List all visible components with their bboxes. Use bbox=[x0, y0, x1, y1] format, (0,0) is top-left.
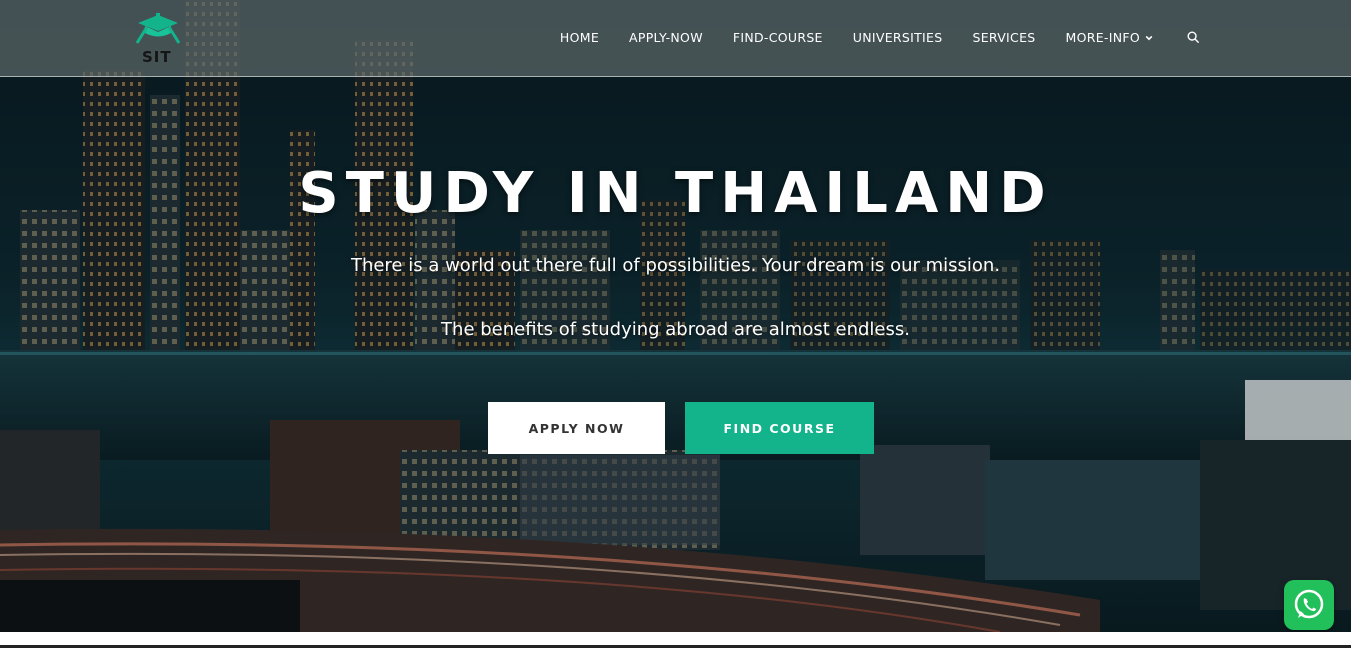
hero-subtitle-1: There is a world out there full of possi… bbox=[350, 255, 1001, 276]
search-icon[interactable] bbox=[1187, 31, 1200, 44]
find-course-button[interactable]: FIND COURSE bbox=[685, 402, 874, 454]
graduation-cap-icon bbox=[135, 13, 181, 44]
nav-item-apply-now[interactable]: APPLY-NOW bbox=[629, 30, 703, 45]
main-navigation: HOME APPLY-NOW FIND-COURSE UNIVERSITIES … bbox=[560, 30, 1200, 45]
nav-item-home[interactable]: HOME bbox=[560, 30, 599, 45]
nav-item-find-course[interactable]: FIND-COURSE bbox=[733, 30, 823, 45]
header-navbar: SIT HOME APPLY-NOW FIND-COURSE UNIVERSIT… bbox=[0, 0, 1351, 77]
hero-subtitle-2: The benefits of studying abroad are almo… bbox=[441, 319, 910, 340]
site-logo[interactable]: SIT bbox=[133, 13, 183, 66]
whatsapp-icon bbox=[1294, 589, 1324, 619]
nav-item-services[interactable]: SERVICES bbox=[972, 30, 1035, 45]
hero-title: STUDY IN THAILAND bbox=[298, 161, 1053, 226]
chevron-down-icon bbox=[1145, 35, 1153, 40]
nav-item-more-info[interactable]: MORE-INFO bbox=[1066, 30, 1153, 45]
nav-item-more-info-label: MORE-INFO bbox=[1065, 30, 1140, 45]
whatsapp-chat-button[interactable] bbox=[1284, 580, 1334, 630]
hero-section: SIT HOME APPLY-NOW FIND-COURSE UNIVERSIT… bbox=[0, 0, 1351, 632]
apply-now-button[interactable]: APPLY NOW bbox=[488, 402, 665, 454]
logo-text: SIT bbox=[142, 48, 172, 66]
nav-item-universities[interactable]: UNIVERSITIES bbox=[853, 30, 943, 45]
hero-overlay bbox=[0, 0, 1351, 632]
